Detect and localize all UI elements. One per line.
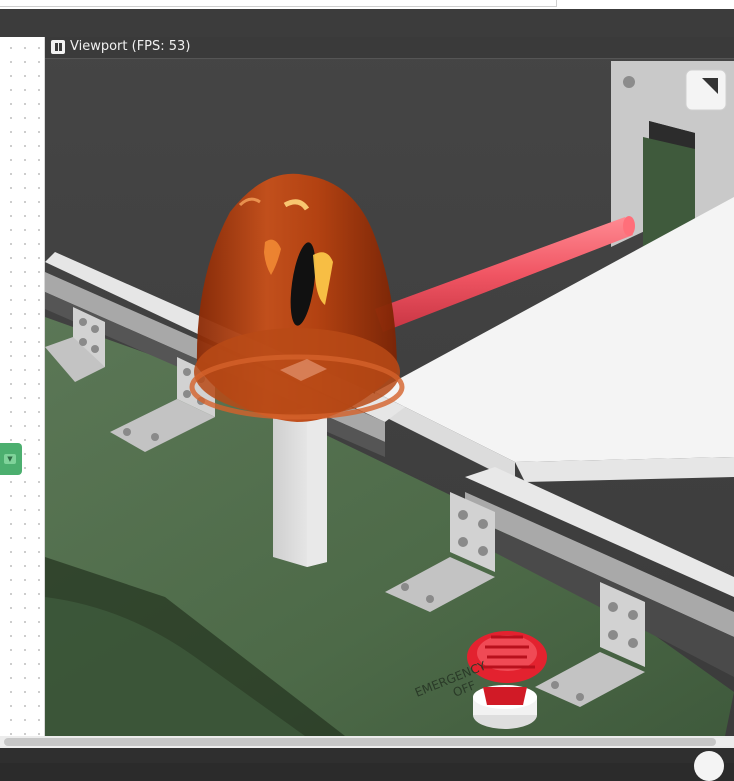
node-block[interactable]: ▼: [0, 443, 22, 475]
viewport[interactable]: Viewport (FPS: 53) EMERGENCY OFF: [45, 37, 734, 736]
bottom-bar: [0, 748, 734, 781]
expand-icon[interactable]: [685, 69, 727, 111]
toolbar: [0, 9, 734, 37]
chevron-down-icon[interactable]: ▼: [4, 454, 16, 464]
scrollbar-thumb[interactable]: [4, 738, 716, 746]
beacon-post: [273, 407, 327, 567]
top-input-edge[interactable]: [0, 0, 557, 7]
top-edge: [0, 0, 734, 9]
viewport-header: Viewport (FPS: 53): [45, 37, 734, 59]
round-button[interactable]: [694, 751, 724, 781]
3d-scene[interactable]: EMERGENCY OFF: [45, 37, 734, 736]
horizontal-scrollbar[interactable]: [0, 736, 734, 748]
node-editor-panel[interactable]: ▼: [0, 37, 45, 737]
viewport-title: Viewport (FPS: 53): [70, 39, 191, 54]
pause-icon[interactable]: [51, 40, 65, 54]
